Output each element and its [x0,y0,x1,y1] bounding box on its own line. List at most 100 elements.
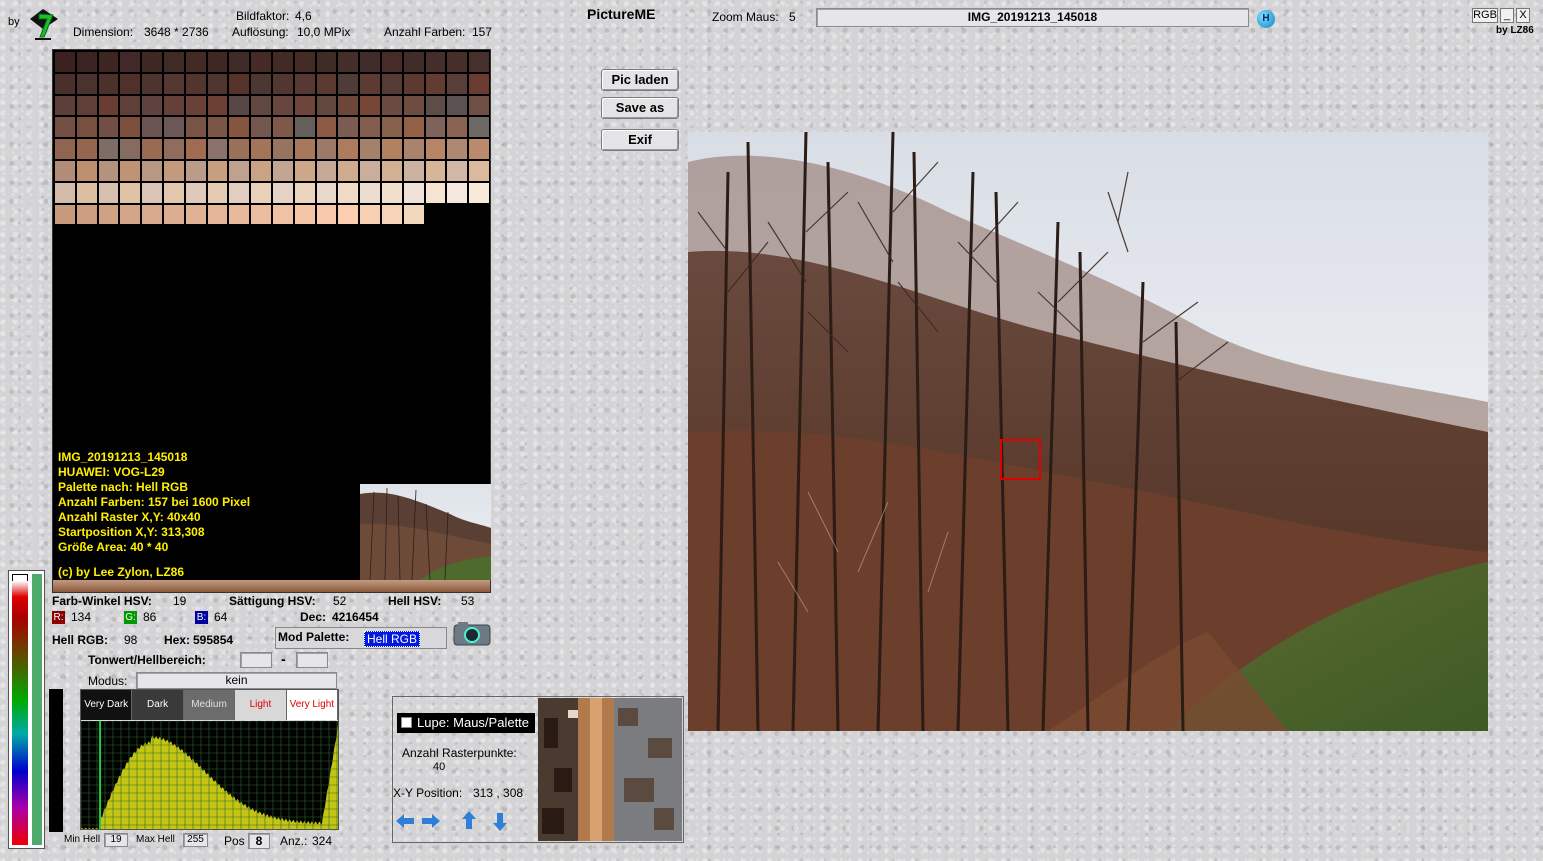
palette-swatch[interactable] [184,138,207,160]
palette-swatch[interactable] [446,72,469,95]
palette-swatch[interactable] [359,203,381,226]
palette-swatch[interactable] [75,72,98,95]
palette-swatch[interactable] [141,203,163,226]
palette-swatch[interactable] [468,181,490,204]
palette-swatch[interactable] [119,51,142,73]
palette-swatch[interactable] [271,51,294,73]
palette-swatch[interactable] [337,181,360,204]
palette-swatch[interactable] [446,94,469,117]
palette-swatch[interactable] [293,181,316,204]
palette-swatch[interactable] [184,159,207,182]
palette-swatch[interactable] [75,181,98,204]
palette-swatch[interactable] [119,94,142,117]
tone-buttons[interactable]: Very Dark Dark Medium Light Very Light [81,690,339,720]
palette-swatch[interactable] [97,51,120,73]
arrow-right-icon[interactable] [421,811,441,831]
palette-swatch[interactable] [54,159,76,182]
palette-swatch[interactable] [119,203,142,226]
pic-laden-button[interactable]: Pic laden [601,69,679,91]
palette-swatch[interactable] [380,203,403,226]
palette-swatch[interactable] [315,181,338,204]
palette-swatch[interactable] [184,203,207,226]
palette-swatch[interactable] [293,203,316,226]
close-button[interactable]: X [1516,8,1530,23]
arrow-down-icon[interactable] [490,812,510,832]
palette-swatch[interactable] [359,72,381,95]
palette-swatch[interactable] [380,159,403,182]
palette-swatch[interactable] [184,94,207,117]
palette-swatch[interactable] [54,181,76,204]
palette-swatch[interactable] [337,159,360,182]
palette-swatch[interactable] [141,116,163,139]
palette-swatch[interactable] [446,51,469,73]
palette-swatch[interactable] [206,72,229,95]
rgb-button[interactable]: RGB [1472,8,1498,23]
palette-swatch[interactable] [141,138,163,160]
palette-swatch[interactable] [162,138,185,160]
mod-palette-box[interactable]: Mod Palette: Hell RGB [275,627,447,649]
lupe-toggle[interactable]: Lupe: Maus/Palette [397,713,535,733]
palette-swatch[interactable] [75,116,98,139]
main-photo[interactable] [688,131,1488,732]
palette-swatch[interactable] [468,116,490,139]
palette-swatch[interactable] [228,159,251,182]
palette-swatch[interactable] [468,72,490,95]
palette-swatch[interactable] [184,72,207,95]
palette-swatch[interactable] [54,116,76,139]
camera-icon[interactable] [453,620,491,646]
palette-swatch[interactable] [359,138,381,160]
palette-swatch[interactable] [293,159,316,182]
palette-swatch[interactable] [359,181,381,204]
palette-swatch[interactable] [250,72,272,95]
lupe-checkbox[interactable] [401,717,412,728]
palette-swatch[interactable] [337,94,360,117]
palette-swatch[interactable] [468,159,490,182]
palette-swatch[interactable] [141,72,163,95]
palette-swatch[interactable] [271,159,294,182]
minimize-button[interactable]: _ [1500,8,1514,23]
palette-swatch[interactable] [97,116,120,139]
palette-swatch[interactable] [402,203,425,226]
palette-swatch[interactable] [250,116,272,139]
palette-swatch[interactable] [293,94,316,117]
palette-swatch[interactable] [228,181,251,204]
hue-strip[interactable] [12,581,28,845]
palette-swatch[interactable] [271,203,294,226]
palette-swatch[interactable] [402,51,425,73]
palette-swatch[interactable] [228,51,251,73]
palette-swatch[interactable] [162,72,185,95]
palette-swatch[interactable] [250,51,272,73]
palette-swatch[interactable] [359,94,381,117]
palette-swatch[interactable] [380,181,403,204]
color-strip-panel[interactable] [8,570,45,849]
palette-swatch[interactable] [54,138,76,160]
palette-swatch[interactable] [424,181,447,204]
palette-swatch[interactable] [402,72,425,95]
palette-swatch[interactable] [75,159,98,182]
palette-swatch[interactable] [228,72,251,95]
palette-swatch[interactable] [359,159,381,182]
palette-swatch[interactable] [337,203,360,226]
palette-grid[interactable] [54,51,490,226]
palette-swatch[interactable] [315,94,338,117]
palette-swatch[interactable] [293,51,316,73]
palette-swatch[interactable] [228,94,251,117]
palette-swatch[interactable] [315,51,338,73]
tonwert-from-input[interactable] [240,652,272,668]
palette-swatch[interactable] [337,51,360,73]
palette-swatch[interactable] [184,116,207,139]
palette-swatch[interactable] [359,116,381,139]
palette-swatch[interactable] [468,51,490,73]
palette-swatch[interactable] [446,138,469,160]
min-hell-input[interactable]: 19 [104,833,128,847]
palette-swatch[interactable] [446,181,469,204]
palette-swatch[interactable] [141,51,163,73]
palette-swatch[interactable] [97,94,120,117]
palette-swatch[interactable] [424,159,447,182]
palette-swatch[interactable] [141,94,163,117]
palette-swatch[interactable] [228,203,251,226]
palette-swatch[interactable] [119,159,142,182]
palette-swatch[interactable] [206,181,229,204]
palette-swatch[interactable] [359,51,381,73]
palette-swatch[interactable] [468,94,490,117]
